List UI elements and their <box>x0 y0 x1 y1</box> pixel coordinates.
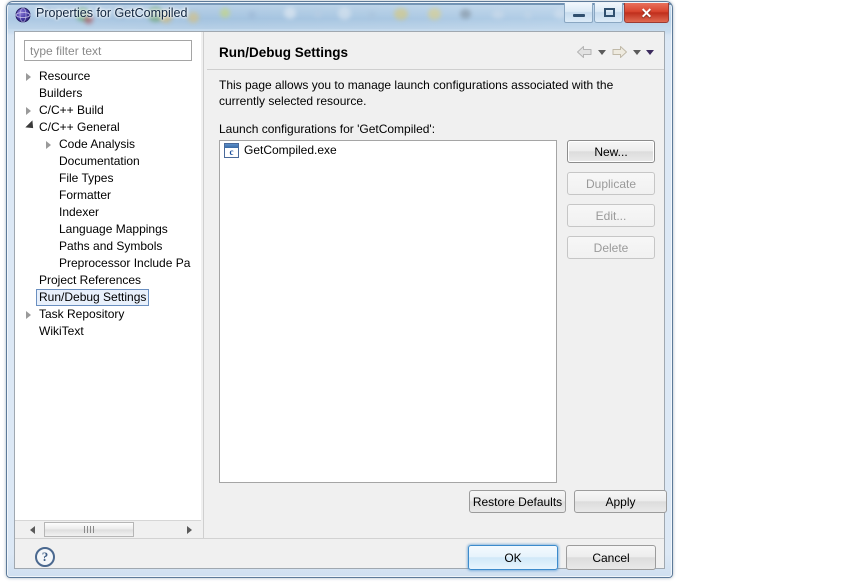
tree-horizontal-scrollbar[interactable] <box>15 520 201 538</box>
sidebar-item-label: Run/Debug Settings <box>36 289 150 306</box>
sidebar-item-label: C/C++ Build <box>39 103 104 117</box>
sidebar-item-label: C/C++ General <box>39 120 120 134</box>
dialog-client-area: Resource Builders C/C++ Build C/C++ General… <box>14 31 667 570</box>
apply-button[interactable]: Apply <box>574 490 667 513</box>
delete-button: Delete <box>567 236 655 259</box>
view-menu-icon[interactable] <box>646 49 654 55</box>
settings-page-pane: Run/Debug Settings This page allows you … <box>207 32 667 538</box>
sidebar-item-indexer[interactable]: Indexer <box>15 204 200 221</box>
settings-tree-pane: Resource Builders C/C++ Build C/C++ General… <box>15 32 201 520</box>
ok-button[interactable]: OK <box>468 545 558 570</box>
page-navigation-tools <box>576 45 654 59</box>
desktop-blur-blob <box>460 9 471 19</box>
desktop-blur-blob <box>492 10 504 19</box>
tree-collapse-icon[interactable] <box>25 120 37 132</box>
minimize-icon <box>573 14 585 17</box>
sidebar-item-label: Preprocessor Include Pa <box>59 256 191 270</box>
sidebar-item-label: Formatter <box>59 188 112 202</box>
desktop-blur-blob <box>394 8 408 20</box>
desktop-blur-blob <box>368 11 376 19</box>
list-item[interactable]: c GetCompiled.exe <box>220 141 556 160</box>
sidebar-item-label: Indexer <box>59 205 100 219</box>
sidebar-item-label: Code Analysis <box>59 137 136 151</box>
settings-tree[interactable]: Resource Builders C/C++ Build C/C++ General… <box>15 68 200 518</box>
sidebar-item-c-c-general[interactable]: C/C++ General <box>15 119 200 136</box>
sidebar-item-label: Paths and Symbols <box>59 239 163 253</box>
maximize-button[interactable] <box>594 3 623 23</box>
sidebar-item-label: Language Mappings <box>59 222 168 236</box>
desktop-blur-blob <box>314 10 322 18</box>
tree-expand-icon[interactable] <box>26 311 31 319</box>
close-button[interactable]: ✕ <box>624 3 669 23</box>
desktop-blur-blob <box>338 7 351 20</box>
launch-config-name: GetCompiled.exe <box>244 143 337 157</box>
sidebar-item-c-c-build[interactable]: C/C++ Build <box>15 102 200 119</box>
close-icon: ✕ <box>640 5 653 21</box>
sidebar-item-label: Resource <box>39 69 91 83</box>
sidebar-item-code-analysis[interactable]: Code Analysis <box>15 136 200 153</box>
forward-dropdown-icon[interactable] <box>633 49 641 55</box>
duplicate-button: Duplicate <box>567 172 655 195</box>
tree-expand-icon[interactable] <box>26 73 31 81</box>
sidebar-item-task-repository[interactable]: Task Repository <box>15 306 200 323</box>
forward-arrow-icon[interactable] <box>611 45 628 59</box>
c-launch-config-icon: c <box>224 143 239 158</box>
scrollbar-grip-icon <box>84 526 94 533</box>
dialog-footer: ? OK Cancel <box>15 539 664 570</box>
configuration-actions: New... Duplicate Edit... Delete <box>567 140 655 268</box>
filter-input[interactable] <box>24 40 192 61</box>
chevron-right-icon <box>187 526 192 534</box>
sidebar-item-label: Project References <box>39 273 142 287</box>
sidebar-item-label: Builders <box>39 86 83 100</box>
scroll-right-button[interactable] <box>181 521 198 538</box>
new-button[interactable]: New... <box>567 140 655 163</box>
launch-configurations-list[interactable]: c GetCompiled.exe <box>219 140 557 483</box>
desktop-blur-blob <box>220 8 230 18</box>
page-action-buttons: Restore Defaults Apply <box>469 490 667 513</box>
sidebar-item-file-types[interactable]: File Types <box>15 170 200 187</box>
sidebar-item-formatter[interactable]: Formatter <box>15 187 200 204</box>
scrollbar-thumb[interactable] <box>44 522 134 537</box>
title-separator <box>207 69 664 70</box>
page-title: Run/Debug Settings <box>219 45 348 60</box>
restore-defaults-button[interactable]: Restore Defaults <box>469 490 566 513</box>
desktop-blur-blob <box>248 11 256 19</box>
dialog-buttons: OK Cancel <box>468 545 656 570</box>
cancel-button[interactable]: Cancel <box>566 545 656 570</box>
sidebar-item-label: Documentation <box>59 154 140 168</box>
maximize-icon <box>604 8 615 17</box>
help-icon[interactable]: ? <box>35 547 55 567</box>
sidebar-item-paths-and-symbols[interactable]: Paths and Symbols <box>15 238 200 255</box>
edit-button: Edit... <box>567 204 655 227</box>
minimize-button[interactable] <box>564 3 593 23</box>
properties-dialog-window: Properties for GetCompiled ✕ Resource Bui… <box>6 1 673 578</box>
desktop-blur-blob <box>188 12 199 23</box>
tree-expand-icon[interactable] <box>46 141 51 149</box>
tree-expand-icon[interactable] <box>26 107 31 115</box>
sidebar-item-preprocessor-include-pa[interactable]: Preprocessor Include Pa <box>15 255 200 272</box>
sidebar-item-documentation[interactable]: Documentation <box>15 153 200 170</box>
chevron-left-icon <box>30 526 35 534</box>
sidebar-item-label: WikiText <box>39 324 84 338</box>
page-description: This page allows you to manage launch co… <box>219 78 614 108</box>
sidebar-item-run-debug-settings[interactable]: Run/Debug Settings <box>15 289 200 306</box>
desktop-blur-blob <box>284 7 296 19</box>
window-controls: ✕ <box>564 3 669 23</box>
desktop-blur-blob <box>524 11 532 19</box>
sidebar-item-project-references[interactable]: Project References <box>15 272 200 289</box>
launch-configurations-label: Launch configurations for 'GetCompiled': <box>219 122 436 136</box>
sidebar-item-language-mappings[interactable]: Language Mappings <box>15 221 200 238</box>
sidebar-item-label: Task Repository <box>39 307 125 321</box>
desktop-blur-blob <box>428 8 441 20</box>
scroll-left-button[interactable] <box>25 521 42 538</box>
back-dropdown-icon[interactable] <box>598 49 606 55</box>
window-title: Properties for GetCompiled <box>36 6 188 20</box>
sidebar-item-builders[interactable]: Builders <box>15 85 200 102</box>
back-arrow-icon[interactable] <box>576 45 593 59</box>
sidebar-item-resource[interactable]: Resource <box>15 68 200 85</box>
eclipse-globe-icon <box>15 7 31 23</box>
sidebar-item-label: File Types <box>59 171 114 185</box>
sidebar-item-wikitext[interactable]: WikiText <box>15 323 200 340</box>
